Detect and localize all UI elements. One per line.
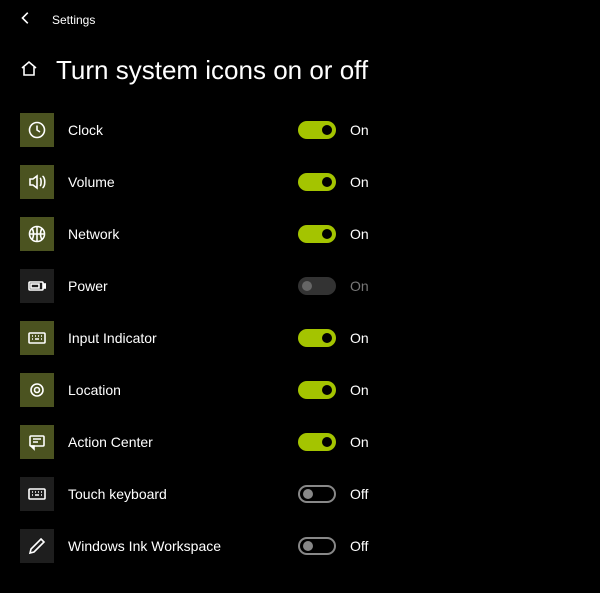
state-label-windows-ink-workspace: Off [336,538,368,554]
row-location: Location On [20,364,600,416]
home-icon[interactable] [20,60,38,81]
toggle-location[interactable] [298,381,336,399]
row-action-center: Action Center On [20,416,600,468]
state-label-volume: On [336,174,369,190]
row-clock: Clock On [20,104,600,156]
toggle-power [298,277,336,295]
back-icon[interactable] [18,10,34,29]
label-touch-keyboard: Touch keyboard [54,486,298,502]
row-network: Network On [20,208,600,260]
state-label-clock: On [336,122,369,138]
label-volume: Volume [54,174,298,190]
toggle-input-indicator[interactable] [298,329,336,347]
battery-icon [20,269,54,303]
action-center-icon [20,425,54,459]
row-power: Power On [20,260,600,312]
toggle-action-center[interactable] [298,433,336,451]
pen-icon [20,529,54,563]
state-label-power: On [336,278,369,294]
state-label-location: On [336,382,369,398]
toggle-touch-keyboard[interactable] [298,485,336,503]
label-clock: Clock [54,122,298,138]
keyboard-icon [20,321,54,355]
volume-icon [20,165,54,199]
state-label-action-center: On [336,434,369,450]
label-location: Location [54,382,298,398]
state-label-network: On [336,226,369,242]
label-action-center: Action Center [54,434,298,450]
toggle-windows-ink-workspace[interactable] [298,537,336,555]
label-power: Power [54,278,298,294]
toggle-volume[interactable] [298,173,336,191]
label-network: Network [54,226,298,242]
row-windows-ink-workspace: Windows Ink Workspace Off [20,520,600,572]
toggle-clock[interactable] [298,121,336,139]
clock-icon [20,113,54,147]
state-label-input-indicator: On [336,330,369,346]
page-title: Turn system icons on or off [56,55,368,86]
state-label-touch-keyboard: Off [336,486,368,502]
row-volume: Volume On [20,156,600,208]
settings-label: Settings [52,13,95,27]
row-input-indicator: Input Indicator On [20,312,600,364]
keyboard-icon [20,477,54,511]
toggle-network[interactable] [298,225,336,243]
location-icon [20,373,54,407]
system-icons-list: ClockOnVolumeOnNetworkOnPowerOnInput Ind… [0,96,600,572]
label-input-indicator: Input Indicator [54,330,298,346]
globe-icon [20,217,54,251]
row-touch-keyboard: Touch keyboard Off [20,468,600,520]
label-windows-ink-workspace: Windows Ink Workspace [54,538,298,554]
